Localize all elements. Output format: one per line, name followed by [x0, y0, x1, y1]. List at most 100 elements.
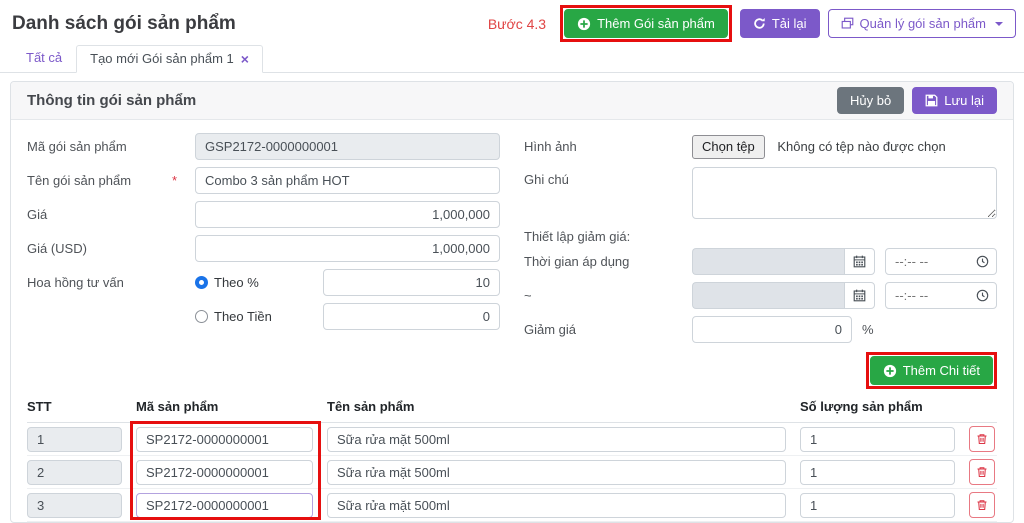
manage-packages-label: Quản lý gói sản phẩm [860, 16, 986, 31]
form-row-name: Tên gói sản phẩm * [27, 167, 500, 194]
tab-all[interactable]: Tất cả [12, 44, 76, 72]
stt-input[interactable] [27, 460, 122, 485]
form-row-apply-from: Thời gian áp dụng [524, 248, 997, 275]
price-usd-input[interactable] [195, 235, 500, 262]
trash-icon [976, 466, 988, 478]
stt-input[interactable] [27, 493, 122, 518]
form-row-code: Mã gói sản phẩm [27, 133, 500, 160]
manage-packages-button[interactable]: Quản lý gói sản phẩm [828, 9, 1016, 38]
calendar-from-button[interactable] [844, 248, 875, 275]
form-right-column: Hình ảnh Chọn tệp Không có tệp nào được … [524, 133, 997, 350]
radio-unchecked-icon [195, 310, 208, 323]
apply-time-label: Thời gian áp dụng [524, 254, 692, 269]
note-label: Ghi chú [524, 167, 692, 187]
choose-file-button[interactable]: Chọn tệp [692, 135, 765, 159]
calendar-icon [853, 255, 866, 268]
commission-percent-input[interactable] [323, 269, 500, 296]
caret-down-icon [995, 22, 1003, 26]
required-asterisk: * [172, 173, 177, 188]
add-detail-button[interactable]: Thêm Chi tiết [870, 356, 993, 385]
price-input[interactable] [195, 201, 500, 228]
tab-all-label: Tất cả [26, 50, 62, 65]
stt-input[interactable] [27, 427, 122, 452]
plus-circle-icon [883, 364, 897, 378]
header-product-code: Mã sản phẩm [136, 399, 313, 414]
delete-row-button[interactable] [969, 492, 995, 518]
radio-by-percent[interactable]: Theo % [195, 275, 323, 290]
apply-time-to-input[interactable] [885, 282, 997, 309]
panel-title: Thông tin gói sản phẩm [27, 92, 196, 109]
reload-button[interactable]: Tải lại [740, 9, 820, 38]
product-code-input[interactable] [136, 460, 313, 485]
close-icon[interactable]: × [241, 52, 249, 66]
form-row-price: Giá [27, 201, 500, 228]
cancel-button[interactable]: Hủy bỏ [837, 87, 904, 114]
commission-money-input[interactable] [323, 303, 500, 330]
tab-create-package-label: Tạo mới Gói sản phẩm 1 [90, 51, 234, 66]
apply-time-from-input[interactable] [885, 248, 997, 275]
product-name-input[interactable] [327, 460, 786, 485]
package-info-panel: Thông tin gói sản phẩm Hủy bỏ Lưu lại Mã… [10, 81, 1014, 523]
page-title: Danh sách gói sản phẩm [12, 13, 236, 35]
quantity-input[interactable] [800, 427, 955, 452]
no-file-text: Không có tệp nào được chọn [777, 139, 945, 154]
panel-header: Thông tin gói sản phẩm Hủy bỏ Lưu lại [11, 82, 1013, 120]
radio-by-money[interactable]: Theo Tiền [195, 309, 323, 324]
add-package-button[interactable]: Thêm Gói sản phẩm [564, 9, 728, 38]
quantity-input[interactable] [800, 460, 955, 485]
step-label: Bước 4.3 [488, 16, 546, 32]
form-row-note: Ghi chú [524, 167, 997, 219]
calendar-to-button[interactable] [844, 282, 875, 309]
annotation-box-add-package: Thêm Gói sản phẩm [560, 5, 732, 42]
panel-actions: Hủy bỏ Lưu lại [837, 87, 997, 114]
add-detail-label: Thêm Chi tiết [903, 363, 980, 378]
delete-row-button[interactable] [969, 426, 995, 452]
image-label: Hình ảnh [524, 139, 692, 154]
product-code-input[interactable] [136, 427, 313, 452]
top-actions: Bước 4.3 Thêm Gói sản phẩm Tải lại Quản … [488, 5, 1016, 42]
form-row-price-usd: Giá (USD) [27, 235, 500, 262]
top-bar: Danh sách gói sản phẩm Bước 4.3 Thêm Gói… [0, 0, 1024, 42]
product-name-input[interactable] [327, 493, 786, 518]
package-form: Mã gói sản phẩm Tên gói sản phẩm * Giá G… [27, 133, 997, 350]
save-button[interactable]: Lưu lại [912, 87, 997, 114]
time-to-wrap [885, 282, 997, 309]
delete-row-button[interactable] [969, 459, 995, 485]
tab-create-package[interactable]: Tạo mới Gói sản phẩm 1 × [76, 45, 263, 73]
apply-date-to-input[interactable] [692, 282, 844, 309]
table-row [27, 423, 997, 456]
product-name-input[interactable] [327, 427, 786, 452]
price-usd-label: Giá (USD) [27, 241, 195, 256]
plus-circle-icon [577, 17, 591, 31]
annotation-box-add-detail: Thêm Chi tiết [866, 352, 997, 389]
refresh-icon [753, 17, 766, 30]
form-row-discount: Giảm giá % [524, 316, 997, 343]
form-row-apply-to: ~ [524, 282, 997, 309]
trash-icon [976, 433, 988, 445]
add-detail-row: Thêm Chi tiết [27, 352, 997, 389]
name-label: Tên gói sản phẩm * [27, 173, 195, 188]
note-textarea[interactable] [692, 167, 997, 219]
save-label: Lưu lại [944, 93, 984, 108]
discount-input[interactable] [692, 316, 852, 343]
by-percent-label: Theo % [214, 275, 259, 290]
product-code-input[interactable] [136, 493, 313, 518]
panel-body: Mã gói sản phẩm Tên gói sản phẩm * Giá G… [11, 120, 1013, 522]
package-code-input[interactable] [195, 133, 500, 160]
tilde-label: ~ [524, 288, 692, 303]
table-body [27, 423, 997, 522]
form-left-column: Mã gói sản phẩm Tên gói sản phẩm * Giá G… [27, 133, 500, 350]
form-row-image: Hình ảnh Chọn tệp Không có tệp nào được … [524, 133, 997, 160]
quantity-input[interactable] [800, 493, 955, 518]
package-name-input[interactable] [195, 167, 500, 194]
by-money-label: Theo Tiền [214, 309, 272, 324]
window-restore-icon [841, 17, 854, 30]
form-row-commission-percent: Hoa hồng tư vấn Theo % [27, 269, 500, 296]
discount-section-label: Thiết lập giảm giá: [524, 226, 997, 246]
add-package-label: Thêm Gói sản phẩm [597, 16, 715, 31]
commission-label: Hoa hồng tư vấn [27, 275, 195, 290]
reload-label: Tải lại [772, 16, 807, 31]
discount-label: Giảm giá [524, 322, 692, 337]
apply-date-from-input[interactable] [692, 248, 844, 275]
price-label: Giá [27, 207, 195, 222]
